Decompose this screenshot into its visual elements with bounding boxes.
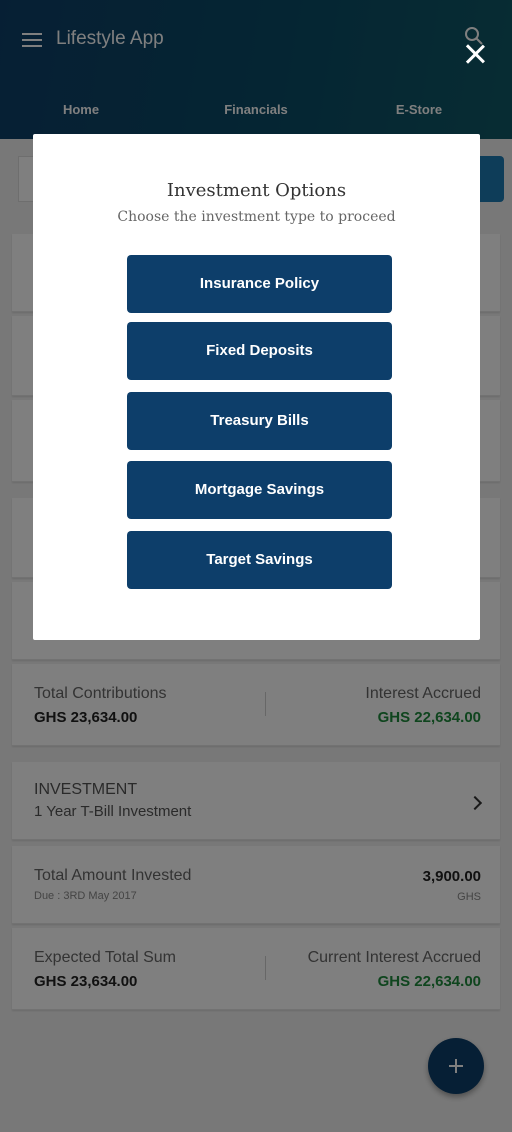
investment-options-dialog: Investment Options Choose the investment… — [33, 134, 480, 640]
insurance-policy-button[interactable]: Insurance Policy — [127, 255, 392, 313]
dialog-title: Investment Options — [166, 180, 347, 201]
close-icon[interactable] — [465, 44, 485, 64]
fixed-deposits-button[interactable]: Fixed Deposits — [127, 322, 392, 380]
target-savings-button[interactable]: Target Savings — [127, 531, 392, 589]
mortgage-savings-button[interactable]: Mortgage Savings — [127, 461, 392, 519]
treasury-bills-button[interactable]: Treasury Bills — [127, 392, 392, 450]
dialog-subtitle: Choose the investment type to proceed — [117, 209, 396, 225]
